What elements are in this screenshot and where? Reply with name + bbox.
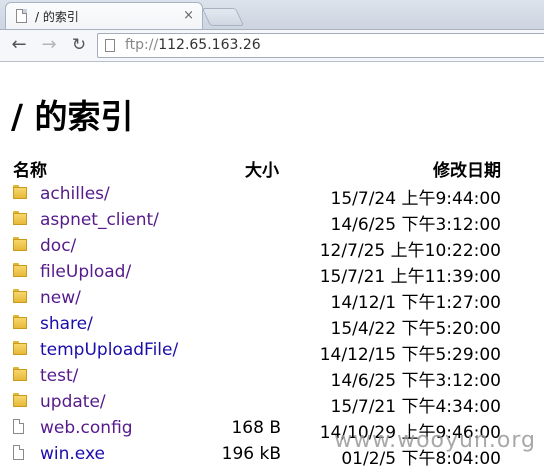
browser-chrome: / 的索引 × ← → ↻ ftp://112.65.163.26 [0,0,544,62]
folder-icon [13,211,27,225]
file-icon [13,445,24,460]
file-icon [13,419,24,434]
file-link[interactable]: tempUploadFile/ [40,340,178,360]
modified-date: 14/12/15 下午5:29:00 [319,345,501,365]
table-row: doc/12/7/25 上午10:22:00 [0,233,544,261]
modified-date: 14/12/1 下午1:27:00 [330,293,501,313]
address-bar[interactable]: ftp://112.65.163.26 [97,33,544,58]
new-tab-button[interactable] [201,8,245,26]
file-link[interactable]: aspnet_client/ [40,210,159,230]
back-arrow-icon[interactable]: ← [7,33,31,57]
modified-date: 15/7/21 上午11:39:00 [319,267,501,287]
file-link[interactable]: new/ [40,288,81,308]
watermark: www.wooyun.org [334,428,536,453]
modified-date: 15/4/22 下午5:20:00 [330,319,501,339]
folder-icon [13,185,27,199]
table-row: achilles/15/7/24 上午9:44:00 [0,181,544,209]
table-row: aspnet_client/14/6/25 下午3:12:00 [0,207,544,235]
modified-date: 14/6/25 下午3:12:00 [330,215,501,235]
file-size: 196 kB [221,444,281,464]
toolbar: ← → ↻ ftp://112.65.163.26 [0,29,544,62]
table-row: share/15/4/22 下午5:20:00 [0,311,544,339]
folder-icon [13,315,27,329]
modified-date: 15/7/21 下午4:34:00 [330,397,501,417]
file-link[interactable]: achilles/ [40,184,110,204]
modified-date: 14/6/25 下午3:12:00 [330,371,501,391]
table-row: update/15/7/21 下午4:34:00 [0,389,544,417]
tab-title: / 的索引 [35,10,79,24]
file-link[interactable]: fileUpload/ [40,262,131,282]
file-size: 168 B [231,418,281,438]
file-link[interactable]: web.config [40,418,133,438]
modified-date: 15/7/24 上午9:44:00 [330,189,501,209]
url-host: 112.65.163.26 [158,37,261,53]
column-header-size[interactable]: 大小 [245,156,279,181]
modified-date: 12/7/25 上午10:22:00 [319,241,501,261]
page-title: / 的索引 [11,97,134,136]
folder-icon [13,341,27,355]
file-link[interactable]: win.exe [40,444,105,464]
table-row: new/14/12/1 下午1:27:00 [0,285,544,313]
page-content: / 的索引 名称 大小 修改日期 achilles/15/7/24 上午9:44… [0,62,544,469]
url-scheme: ftp:// [125,37,159,53]
active-tab[interactable]: / 的索引 × [5,2,203,30]
folder-icon [13,393,27,407]
file-link[interactable]: doc/ [40,236,76,256]
file-link[interactable]: update/ [40,392,106,412]
forward-arrow-icon[interactable]: → [37,33,61,57]
close-icon[interactable]: × [183,8,194,23]
folder-icon [13,367,27,381]
page-icon [105,39,115,52]
table-row: tempUploadFile/14/12/15 下午5:29:00 [0,337,544,365]
url-text[interactable]: ftp://112.65.163.26 [125,37,261,53]
table-row: test/14/6/25 下午3:12:00 [0,363,544,391]
file-link[interactable]: test/ [40,366,78,386]
page-icon [16,9,27,23]
folder-icon [13,237,27,251]
column-header-name[interactable]: 名称 [13,156,47,181]
column-header-date[interactable]: 修改日期 [433,156,501,181]
folder-icon [13,263,27,277]
folder-icon [13,289,27,303]
file-link[interactable]: share/ [40,314,93,334]
table-row: fileUpload/15/7/21 上午11:39:00 [0,259,544,287]
reload-icon[interactable]: ↻ [67,33,91,57]
